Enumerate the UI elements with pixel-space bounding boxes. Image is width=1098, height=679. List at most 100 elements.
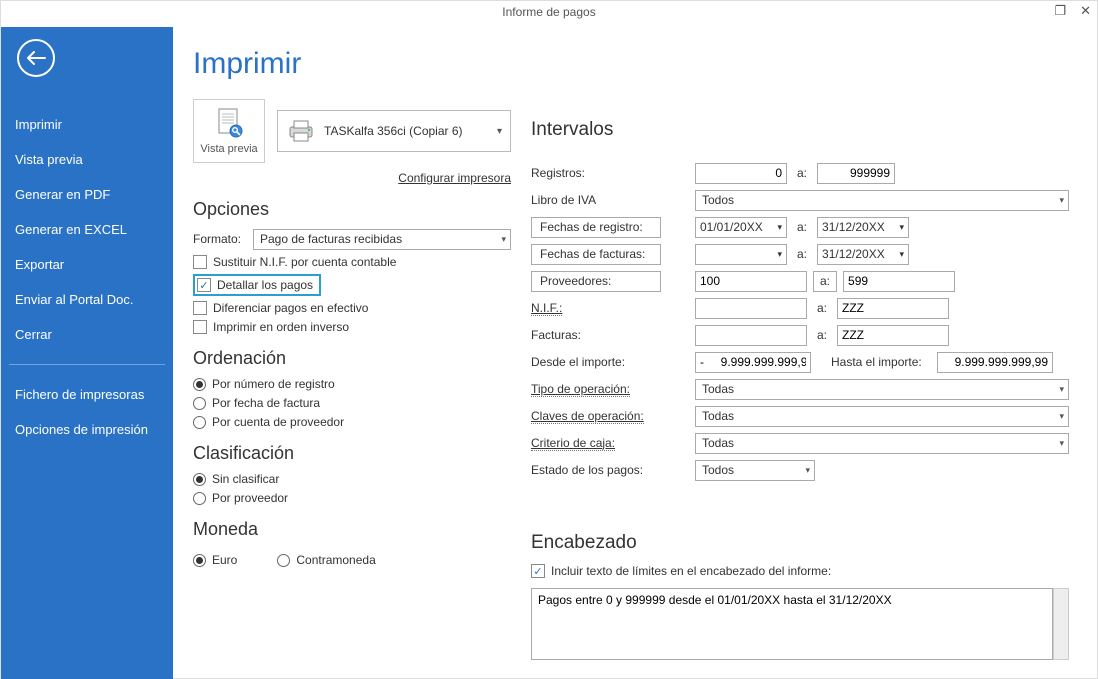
chk-nif-label: Sustituir N.I.F. por cuenta contable	[213, 255, 396, 269]
sidebar-item-excel[interactable]: Generar en EXCEL	[9, 212, 165, 247]
chevron-down-icon: ▾	[1059, 195, 1064, 206]
inv-dates-button[interactable]: Fechas de facturas:	[531, 244, 661, 265]
chk-detail-payments[interactable]	[197, 278, 211, 292]
window: Informe de pagos ❐ ✕ Imprimir Vista prev…	[0, 0, 1098, 679]
sidebar-item-print-options[interactable]: Opciones de impresión	[9, 412, 165, 447]
radio-euro[interactable]	[193, 554, 206, 567]
supplier-to-input[interactable]	[843, 271, 955, 292]
chevron-down-icon: ▾	[777, 222, 782, 233]
format-value: Pago de facturas recibidas	[260, 232, 402, 246]
preview-button[interactable]: Vista previa	[193, 99, 265, 163]
records-to-input[interactable]	[817, 163, 895, 184]
configure-printer-link[interactable]: Configurar impresora	[398, 171, 511, 185]
suppliers-button[interactable]: Proveedores:	[531, 271, 661, 292]
invoice-from-input[interactable]	[695, 325, 807, 346]
sidebar-item-pdf[interactable]: Generar en PDF	[9, 177, 165, 212]
ordering-heading: Ordenación	[193, 348, 511, 369]
reg-date-from[interactable]: 01/01/20XX▾	[695, 217, 787, 238]
printer-name: TASKalfa 356ci (Copiar 6)	[324, 124, 463, 138]
a-label: a:	[793, 220, 811, 234]
cash-crit-label[interactable]: Criterio de caja:	[531, 436, 615, 451]
radio-by-supplier[interactable]	[193, 416, 206, 429]
pay-state-label: Estado de los pagos:	[531, 463, 643, 477]
cash-crit-value: Todas	[702, 436, 734, 450]
cash-crit-select[interactable]: Todas ▾	[695, 433, 1069, 454]
sidebar: Imprimir Vista previa Generar en PDF Gen…	[1, 27, 173, 679]
nif-to-input[interactable]	[837, 298, 949, 319]
sidebar-item-print[interactable]: Imprimir	[9, 107, 165, 142]
a-button[interactable]: a:	[813, 271, 837, 292]
op-type-value: Todas	[702, 382, 734, 396]
radio-by-reg[interactable]	[193, 378, 206, 391]
invoice-to-input[interactable]	[837, 325, 949, 346]
header-heading: Encabezado	[531, 532, 1069, 554]
inv-date-from[interactable]: ▾	[695, 244, 787, 265]
a-label: a:	[793, 247, 811, 261]
inv-date-to[interactable]: 31/12/20XX▾	[817, 244, 909, 265]
chk-cash-label: Diferenciar pagos en efectivo	[213, 301, 368, 315]
sidebar-item-printers-file[interactable]: Fichero de impresoras	[9, 377, 165, 412]
window-restore-icon[interactable]: ❐	[1054, 3, 1066, 19]
back-button[interactable]	[17, 39, 55, 77]
currency-heading: Moneda	[193, 519, 511, 540]
chk-nif[interactable]	[193, 255, 207, 269]
radio-class-supplier[interactable]	[193, 492, 206, 505]
window-close-icon[interactable]: ✕	[1080, 3, 1091, 19]
reg-dates-button[interactable]: Fechas de registro:	[531, 217, 661, 238]
chevron-down-icon: ▾	[497, 126, 502, 137]
records-from-input[interactable]	[695, 163, 787, 184]
chevron-down-icon: ▾	[899, 222, 904, 233]
reg-date-to[interactable]: 31/12/20XX▾	[817, 217, 909, 238]
vat-book-select[interactable]: Todos ▾	[695, 190, 1069, 211]
amount-to-input[interactable]	[937, 352, 1053, 373]
amount-from-label: Desde el importe:	[531, 355, 625, 369]
sidebar-item-export[interactable]: Exportar	[9, 247, 165, 282]
chevron-down-icon: ▾	[1059, 384, 1064, 395]
pay-state-value: Todos	[702, 463, 734, 477]
pay-state-select[interactable]: Todos ▾	[695, 460, 815, 481]
main-area: Imprimir Vista previa	[173, 27, 1097, 679]
op-keys-label[interactable]: Claves de operación:	[531, 409, 644, 424]
radio-class-none[interactable]	[193, 473, 206, 486]
chevron-down-icon: ▾	[777, 249, 782, 260]
chk-detail-label: Detallar los pagos	[217, 278, 313, 292]
amount-from-input[interactable]	[695, 352, 811, 373]
op-type-label[interactable]: Tipo de operación:	[531, 382, 630, 397]
highlight-box: Detallar los pagos	[193, 274, 321, 296]
header-textarea[interactable]	[531, 588, 1053, 660]
op-keys-select[interactable]: Todas ▾	[695, 406, 1069, 427]
op-type-select[interactable]: Todas ▾	[695, 379, 1069, 400]
sidebar-separator	[9, 364, 165, 365]
a-label: a:	[813, 301, 831, 315]
invoices-label: Facturas:	[531, 328, 581, 342]
sidebar-item-close[interactable]: Cerrar	[9, 317, 165, 352]
radio-by-supplier-label: Por cuenta de proveedor	[212, 415, 344, 429]
nif-from-input[interactable]	[695, 298, 807, 319]
titlebar: Informe de pagos ❐ ✕	[1, 1, 1097, 27]
chevron-down-icon: ▾	[501, 234, 506, 245]
sidebar-item-preview[interactable]: Vista previa	[9, 142, 165, 177]
nif-label[interactable]: N.I.F.:	[531, 301, 562, 316]
radio-by-invoice[interactable]	[193, 397, 206, 410]
format-select[interactable]: Pago de facturas recibidas ▾	[253, 229, 511, 250]
radio-euro-label: Euro	[212, 553, 237, 567]
chevron-down-icon: ▾	[899, 249, 904, 260]
amount-to-label: Hasta el importe:	[831, 355, 931, 369]
radio-counter[interactable]	[277, 554, 290, 567]
printer-select[interactable]: TASKalfa 356ci (Copiar 6) ▾	[277, 110, 511, 152]
sidebar-item-portal[interactable]: Enviar al Portal Doc.	[9, 282, 165, 317]
radio-class-none-label: Sin clasificar	[212, 472, 279, 486]
supplier-from-input[interactable]	[695, 271, 807, 292]
options-heading: Opciones	[193, 199, 511, 220]
a-label: a:	[793, 166, 811, 180]
chevron-down-icon: ▾	[1059, 411, 1064, 422]
chk-cash[interactable]	[193, 301, 207, 315]
intervals-heading: Intervalos	[531, 119, 1069, 141]
chk-reverse[interactable]	[193, 320, 207, 334]
classification-heading: Clasificación	[193, 443, 511, 464]
scrollbar[interactable]	[1053, 588, 1069, 660]
chk-include-header[interactable]	[531, 564, 545, 578]
arrow-left-icon	[26, 51, 46, 65]
vat-book-label: Libro de IVA	[531, 193, 596, 207]
radio-by-reg-label: Por número de registro	[212, 377, 335, 391]
